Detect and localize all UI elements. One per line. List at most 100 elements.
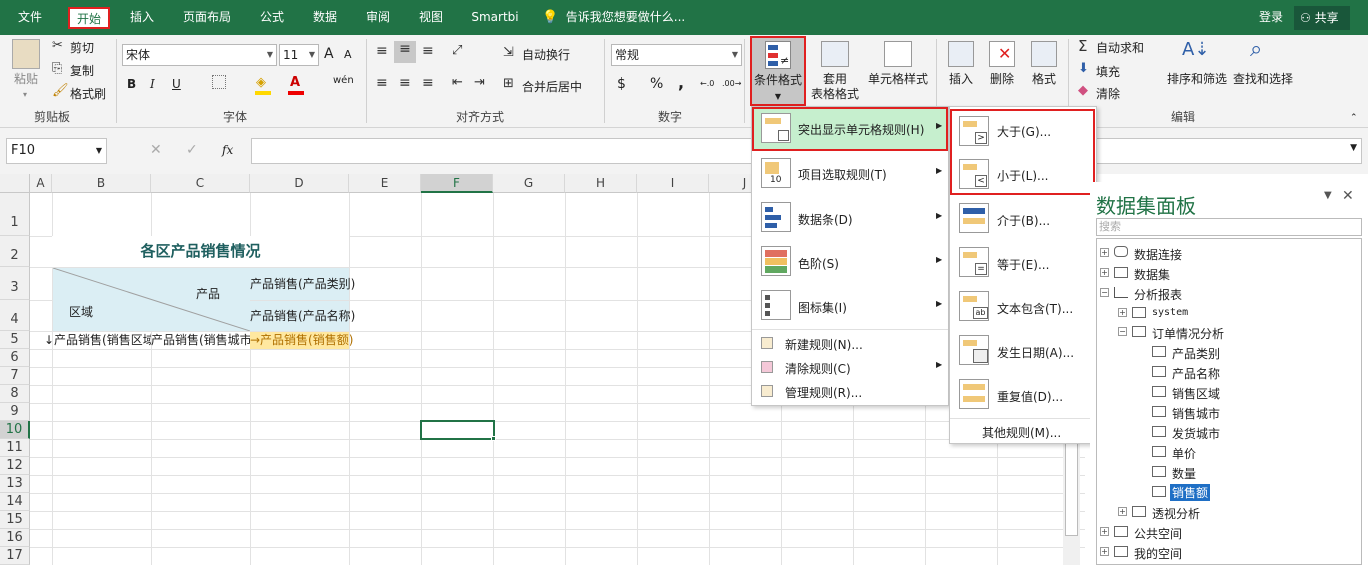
column-header[interactable]: H — [565, 174, 637, 193]
tree-node-system[interactable]: + system — [1118, 304, 1318, 322]
cell-d3[interactable]: 产品销售(产品类别) — [250, 268, 355, 300]
cell-d4[interactable]: 产品销售(产品名称) — [250, 301, 355, 331]
column-header[interactable]: D — [250, 174, 349, 193]
tree-node-field[interactable]: 产品类别 — [1152, 343, 1312, 361]
row-header[interactable]: 8 — [0, 385, 30, 403]
column-header[interactable]: A — [30, 174, 52, 193]
column-header[interactable]: E — [349, 174, 421, 193]
italic-button[interactable]: I — [150, 77, 155, 91]
sort-filter-button[interactable]: 排序和筛选 — [1164, 72, 1230, 87]
tree-node-field[interactable]: 销售区域 — [1152, 383, 1312, 401]
delete-cells-button[interactable]: 删除 — [982, 72, 1022, 87]
cell-d5[interactable]: →产品销售(销售额) — [250, 332, 353, 349]
cell-b5[interactable]: ↓产品销售(销售区域 — [44, 331, 151, 349]
tab-page-layout[interactable]: 页面布局 — [176, 0, 238, 35]
tree-node-dataset[interactable]: + 数据集 — [1100, 264, 1300, 282]
underline-button[interactable]: U — [172, 77, 181, 91]
expand-icon[interactable]: + — [1118, 507, 1127, 516]
conditional-format-button[interactable]: ≠ 条件格式 ▼ — [750, 36, 806, 106]
increase-decimal-icon[interactable]: ←.0 — [700, 79, 714, 88]
border-icon[interactable] — [212, 75, 226, 89]
font-name-select[interactable]: 宋体 ▼ — [122, 44, 277, 66]
tree-node-field[interactable]: 发货城市 — [1152, 423, 1312, 441]
row-header[interactable]: 1 — [0, 193, 30, 236]
select-all-corner[interactable] — [0, 174, 30, 193]
expand-icon[interactable]: + — [1100, 248, 1109, 257]
copy-button[interactable]: 复制 — [70, 62, 94, 79]
tree-node-public-space[interactable]: + 公共空间 — [1100, 523, 1300, 541]
align-middle-icon[interactable]: ≡ — [394, 41, 416, 63]
tree-node-field[interactable]: 数量 — [1152, 463, 1312, 481]
collapse-icon[interactable]: − — [1100, 288, 1109, 297]
tab-smartbi[interactable]: Smartbi — [466, 0, 524, 35]
find-select-button[interactable]: 查找和选择 — [1230, 72, 1296, 87]
tab-view[interactable]: 视图 — [411, 0, 451, 35]
column-header[interactable]: F — [421, 174, 493, 193]
panel-close-icon[interactable]: ✕ — [1342, 188, 1354, 204]
expand-icon[interactable]: + — [1100, 527, 1109, 536]
merge-center-button[interactable]: 合并后居中 — [522, 78, 582, 95]
column-header[interactable]: G — [493, 174, 565, 193]
cell-style-button[interactable]: 单元格样式 — [864, 72, 932, 87]
insert-function-button[interactable]: fx — [222, 143, 233, 157]
share-button[interactable]: ⚇ 共享 — [1294, 6, 1350, 30]
tab-file[interactable]: 文件 — [6, 0, 54, 35]
autosum-button[interactable]: 自动求和 — [1096, 39, 1144, 56]
paste-dropdown-icon[interactable]: ▾ — [18, 87, 32, 102]
row-header[interactable]: 5 — [0, 331, 30, 349]
row-header[interactable]: 16 — [0, 529, 30, 547]
decrease-indent-icon[interactable]: ⇤ — [452, 75, 463, 90]
format-cells-button[interactable]: 格式 — [1024, 72, 1064, 87]
panel-search-input[interactable]: 搜索 — [1096, 218, 1362, 236]
tree-node-analysis-reports[interactable]: − 分析报表 — [1100, 284, 1300, 302]
row-header[interactable]: 17 — [0, 547, 30, 565]
number-format-select[interactable]: 常规 ▼ — [611, 44, 742, 66]
tab-data[interactable]: 数据 — [305, 0, 345, 35]
tree-node-pivot-analysis[interactable]: + 透视分析 — [1118, 503, 1318, 521]
enter-icon[interactable]: ✓ — [186, 142, 198, 158]
cut-button[interactable]: 剪切 — [70, 39, 94, 56]
clear-button[interactable]: 清除 — [1096, 85, 1120, 102]
panel-dropdown-icon[interactable]: ▼ — [1324, 190, 1332, 201]
tell-me-search[interactable]: 告诉我您想要做什么... — [563, 0, 688, 35]
collapse-icon[interactable]: − — [1118, 327, 1127, 336]
expand-icon[interactable]: + — [1100, 547, 1109, 556]
insert-cells-button[interactable]: 插入 — [941, 72, 981, 87]
row-header[interactable]: 10 — [0, 421, 30, 439]
paste-button[interactable]: 粘贴 — [8, 72, 44, 87]
tab-review[interactable]: 审阅 — [358, 0, 398, 35]
row-header[interactable]: 4 — [0, 300, 30, 331]
wrap-text-button[interactable]: 自动换行 — [522, 46, 570, 63]
cell-c5[interactable]: 产品销售(销售城市 — [151, 331, 250, 349]
tree-node-field[interactable]: 销售城市 — [1152, 403, 1312, 421]
align-center-icon[interactable]: ≡ — [399, 75, 411, 91]
row-header[interactable]: 7 — [0, 367, 30, 385]
row-header[interactable]: 6 — [0, 349, 30, 367]
column-header[interactable]: I — [637, 174, 709, 193]
align-left-icon[interactable]: ≡ — [376, 75, 388, 91]
row-header[interactable]: 11 — [0, 439, 30, 457]
align-bottom-icon[interactable]: ≡ — [422, 43, 434, 59]
expand-icon[interactable]: + — [1118, 308, 1127, 317]
phonetic-button[interactable]: wén — [333, 75, 354, 86]
row-header[interactable]: 2 — [0, 236, 30, 267]
fill-color-icon[interactable]: ◈ — [256, 75, 266, 90]
header-diagonal-cell[interactable]: 产品 区域 — [53, 268, 250, 331]
tree-node-my-space[interactable]: + 我的空间 — [1100, 543, 1300, 561]
expand-icon[interactable]: + — [1100, 268, 1109, 277]
comma-button[interactable]: , — [678, 73, 684, 92]
row-header[interactable]: 12 — [0, 457, 30, 475]
selected-cell[interactable] — [420, 420, 495, 440]
orientation-icon[interactable]: ⤢ — [452, 43, 462, 58]
decrease-decimal-icon[interactable]: .00→ — [722, 79, 741, 88]
tab-formulas[interactable]: 公式 — [252, 0, 292, 35]
name-box[interactable]: F10 ▼ — [6, 138, 107, 164]
bold-button[interactable]: B — [127, 77, 136, 91]
row-header[interactable]: 15 — [0, 511, 30, 529]
row-header[interactable]: 9 — [0, 403, 30, 421]
table-format-button[interactable]: 套用 表格格式 — [810, 72, 860, 102]
currency-button[interactable]: $ — [617, 76, 626, 92]
tree-node-data-connection[interactable]: + 数据连接 — [1100, 244, 1300, 262]
row-header[interactable]: 14 — [0, 493, 30, 511]
format-painter-button[interactable]: 格式刷 — [70, 85, 106, 102]
